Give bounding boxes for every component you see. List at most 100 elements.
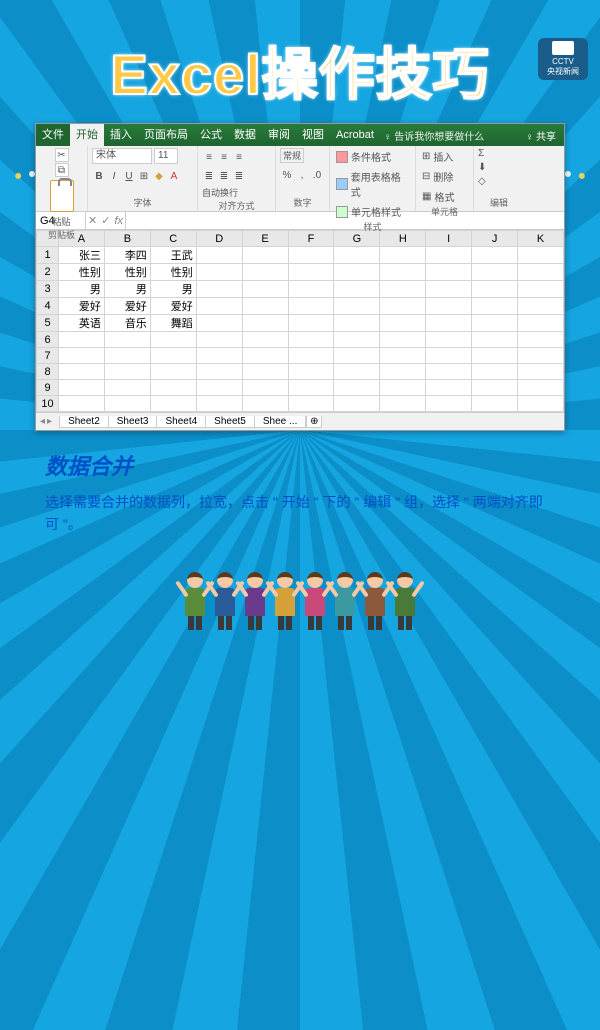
row-header-1[interactable]: 1 bbox=[37, 247, 59, 264]
cell[interactable] bbox=[380, 247, 426, 264]
cell[interactable] bbox=[380, 380, 426, 396]
cell[interactable] bbox=[472, 264, 518, 281]
col-header-C[interactable]: C bbox=[150, 231, 196, 247]
sheet-tab[interactable]: Sheet2 bbox=[59, 416, 109, 428]
cell[interactable] bbox=[334, 315, 380, 332]
share-button[interactable]: ♀ 共享 bbox=[518, 128, 564, 143]
cell[interactable] bbox=[242, 315, 288, 332]
col-header-J[interactable]: J bbox=[472, 231, 518, 247]
formula-input[interactable] bbox=[126, 212, 564, 229]
cell[interactable] bbox=[242, 264, 288, 281]
cell[interactable] bbox=[426, 332, 472, 348]
cell[interactable] bbox=[196, 281, 242, 298]
cell[interactable] bbox=[380, 281, 426, 298]
cell[interactable] bbox=[426, 364, 472, 380]
cell[interactable] bbox=[518, 247, 564, 264]
cell[interactable] bbox=[150, 380, 196, 396]
cell[interactable] bbox=[472, 396, 518, 412]
cell[interactable] bbox=[518, 332, 564, 348]
tell-me-search[interactable]: ♀ 告诉我你想要做什么 bbox=[384, 128, 484, 143]
cell[interactable] bbox=[472, 380, 518, 396]
cell[interactable] bbox=[288, 396, 334, 412]
cell[interactable] bbox=[518, 396, 564, 412]
number-format-select[interactable]: 常规 bbox=[280, 148, 304, 163]
cell[interactable]: 王武 bbox=[150, 247, 196, 264]
cell[interactable] bbox=[59, 364, 105, 380]
cell[interactable] bbox=[104, 364, 150, 380]
tab-view[interactable]: 视图 bbox=[296, 124, 330, 146]
tab-layout[interactable]: 页面布局 bbox=[138, 124, 194, 146]
cell[interactable]: 性别 bbox=[104, 264, 150, 281]
table-format[interactable]: 套用表格格式 bbox=[334, 168, 411, 200]
cell[interactable] bbox=[196, 247, 242, 264]
cell[interactable] bbox=[472, 298, 518, 315]
cell[interactable] bbox=[518, 380, 564, 396]
cell[interactable]: 音乐 bbox=[104, 315, 150, 332]
cell[interactable] bbox=[150, 332, 196, 348]
cell[interactable] bbox=[242, 380, 288, 396]
clear[interactable]: ◇ bbox=[478, 176, 486, 187]
cell[interactable] bbox=[334, 348, 380, 364]
cell[interactable] bbox=[288, 364, 334, 380]
col-header-E[interactable]: E bbox=[242, 231, 288, 247]
cell[interactable] bbox=[472, 332, 518, 348]
italic-button[interactable]: I bbox=[107, 169, 121, 183]
cell[interactable] bbox=[518, 315, 564, 332]
spreadsheet-grid[interactable]: ABCDEFGHIJK1张三李四王武2性别性别性别3男男男4爱好爱好爱好5英语音… bbox=[36, 230, 564, 412]
cell[interactable] bbox=[426, 281, 472, 298]
row-header-3[interactable]: 3 bbox=[37, 281, 59, 298]
cell[interactable] bbox=[380, 364, 426, 380]
copy-icon[interactable]: ⧉ bbox=[55, 163, 69, 177]
font-name-select[interactable]: 宋体 bbox=[92, 148, 152, 164]
conditional-format[interactable]: 条件格式 bbox=[334, 148, 393, 165]
cell[interactable] bbox=[288, 281, 334, 298]
cell[interactable] bbox=[242, 298, 288, 315]
cell[interactable]: 舞蹈 bbox=[150, 315, 196, 332]
tab-acrobat[interactable]: Acrobat bbox=[330, 124, 380, 146]
cell[interactable] bbox=[334, 298, 380, 315]
cell[interactable] bbox=[242, 348, 288, 364]
row-header-5[interactable]: 5 bbox=[37, 315, 59, 332]
cell[interactable] bbox=[196, 348, 242, 364]
cell[interactable] bbox=[196, 298, 242, 315]
cell[interactable] bbox=[150, 396, 196, 412]
cut-icon[interactable]: ✂ bbox=[55, 148, 69, 162]
cell[interactable]: 李四 bbox=[104, 247, 150, 264]
cell[interactable]: 男 bbox=[59, 281, 105, 298]
cell[interactable] bbox=[196, 264, 242, 281]
tab-review[interactable]: 审阅 bbox=[262, 124, 296, 146]
cell[interactable] bbox=[334, 332, 380, 348]
format-cells[interactable]: ▦ 格式 bbox=[420, 188, 456, 205]
sheet-tab[interactable]: Sheet5 bbox=[205, 416, 255, 428]
fx-label[interactable]: ✕✓fx bbox=[86, 212, 126, 229]
add-sheet-button[interactable]: ⊕ bbox=[306, 416, 322, 428]
cell[interactable] bbox=[334, 281, 380, 298]
col-header-K[interactable]: K bbox=[518, 231, 564, 247]
cell[interactable] bbox=[104, 348, 150, 364]
cell[interactable]: 性别 bbox=[59, 264, 105, 281]
cell[interactable] bbox=[518, 348, 564, 364]
cell[interactable] bbox=[288, 247, 334, 264]
font-size-select[interactable]: 11 bbox=[154, 148, 178, 164]
row-header-10[interactable]: 10 bbox=[37, 396, 59, 412]
cell[interactable] bbox=[288, 264, 334, 281]
cell[interactable] bbox=[380, 298, 426, 315]
cell[interactable] bbox=[518, 264, 564, 281]
wrap-text[interactable]: 自动换行 bbox=[202, 186, 238, 199]
sheet-nav[interactable]: ◂▸ bbox=[40, 416, 52, 427]
cell[interactable] bbox=[426, 348, 472, 364]
cell[interactable] bbox=[59, 396, 105, 412]
col-header-B[interactable]: B bbox=[104, 231, 150, 247]
cell[interactable] bbox=[426, 380, 472, 396]
cell[interactable] bbox=[518, 298, 564, 315]
cell[interactable] bbox=[242, 247, 288, 264]
cell[interactable]: 男 bbox=[150, 281, 196, 298]
cell[interactable] bbox=[104, 396, 150, 412]
cell[interactable]: 爱好 bbox=[59, 298, 105, 315]
cell[interactable]: 爱好 bbox=[104, 298, 150, 315]
cell[interactable] bbox=[334, 396, 380, 412]
cell[interactable] bbox=[380, 332, 426, 348]
fill-color-button[interactable]: ◆ bbox=[152, 169, 166, 183]
cell[interactable] bbox=[334, 364, 380, 380]
tab-data[interactable]: 数据 bbox=[228, 124, 262, 146]
